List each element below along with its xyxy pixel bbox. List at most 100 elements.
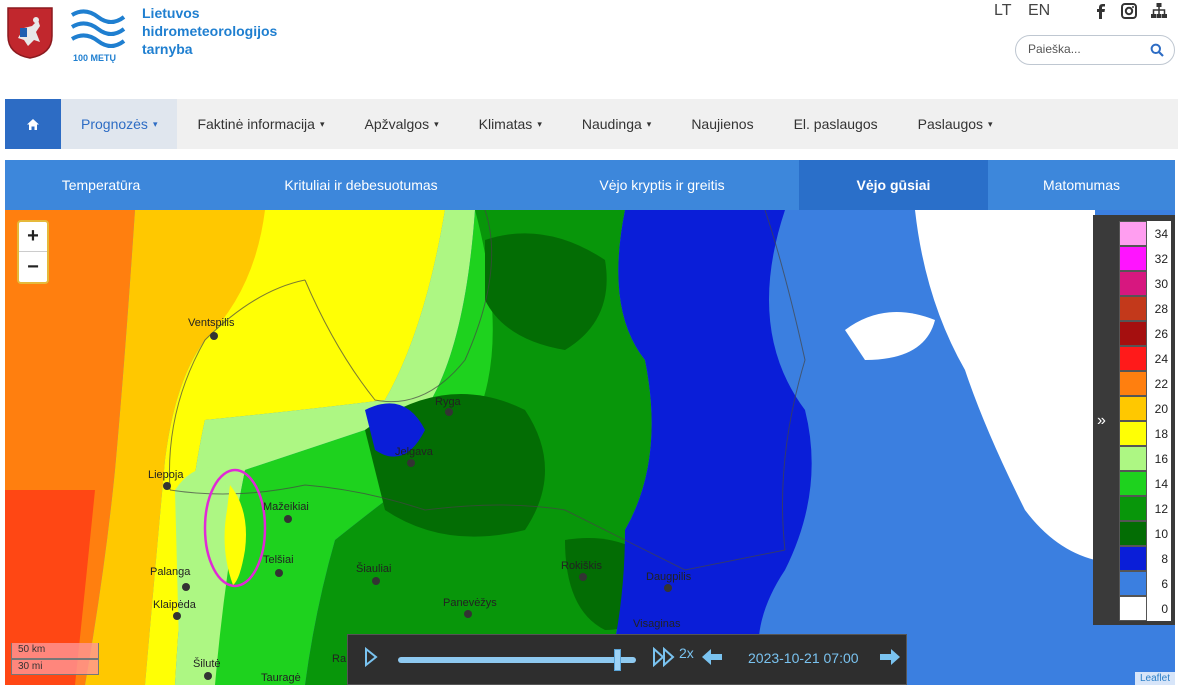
- chevron-down-icon: ▾: [988, 118, 993, 129]
- city-label: Panevėžys: [443, 597, 497, 609]
- city-label: Tauragė: [261, 672, 301, 684]
- city-marker[interactable]: [210, 332, 218, 340]
- chevron-down-icon: ▾: [152, 118, 158, 129]
- legend-color-swatch: [1119, 346, 1147, 371]
- search-icon[interactable]: [1150, 43, 1164, 57]
- scale-bar-km: 50 km: [11, 643, 99, 659]
- legend-row: 26: [1119, 321, 1171, 346]
- lhmt-logo-icon: 100 METŲ: [70, 9, 126, 63]
- city-marker[interactable]: [464, 610, 472, 618]
- zoom-out-button[interactable]: −: [19, 252, 47, 282]
- city-marker[interactable]: [664, 584, 672, 592]
- legend-value: 20: [1147, 396, 1171, 421]
- nav-item-faktine-informacija[interactable]: Faktinė informacija ▾: [177, 99, 344, 149]
- legend-value: 14: [1147, 471, 1171, 496]
- legend-value: 10: [1147, 521, 1171, 546]
- time-player: 2x 2023-10-21 07:00: [347, 634, 907, 685]
- legend-row: 24: [1119, 346, 1171, 371]
- legend-color-swatch: [1119, 246, 1147, 271]
- city-label: Liepoja: [148, 469, 184, 481]
- city-label: Mažeikiai: [263, 501, 309, 513]
- search-box[interactable]: [1015, 35, 1175, 65]
- city-label: Palanga: [150, 566, 191, 578]
- city-marker[interactable]: [445, 408, 453, 416]
- legend-row: 6: [1119, 571, 1171, 596]
- play-button[interactable]: [364, 646, 378, 673]
- legend-row: 8: [1119, 546, 1171, 571]
- nav-item-label: Paslaugos: [917, 116, 984, 132]
- legend-row: 34: [1119, 221, 1171, 246]
- legend-color-swatch: [1119, 496, 1147, 521]
- scale-bar-mi: 30 mi: [11, 659, 99, 675]
- tab-vejo-kryptis[interactable]: Vėjo kryptis ir greitis: [525, 160, 799, 210]
- legend-color-swatch: [1119, 471, 1147, 496]
- city-marker[interactable]: [204, 672, 212, 680]
- chevron-down-icon: ▾: [434, 118, 439, 129]
- home-button[interactable]: [5, 99, 61, 149]
- zoom-control: + −: [17, 220, 49, 284]
- next-step-button[interactable]: [878, 647, 902, 673]
- nav-item-label: Naujienos: [691, 116, 754, 132]
- legend-value: 22: [1147, 371, 1171, 396]
- search-input[interactable]: [1028, 42, 1138, 56]
- city-marker[interactable]: [173, 612, 181, 620]
- legend-color-swatch: [1119, 321, 1147, 346]
- legend-collapse-icon[interactable]: »: [1097, 412, 1106, 430]
- legend-color-swatch: [1119, 371, 1147, 396]
- tab-vejo-gusiai[interactable]: Vėjo gūsiai: [799, 160, 988, 210]
- arrow-right-icon: [880, 649, 900, 665]
- nav-item-naudinga[interactable]: Naudinga ▾: [562, 99, 671, 149]
- chevron-down-icon: ▾: [537, 118, 542, 129]
- nav-item-naujienos[interactable]: Naujienos: [671, 99, 773, 149]
- nav-item-paslaugos[interactable]: Paslaugos ▾: [898, 99, 1013, 149]
- lang-en-link[interactable]: EN: [1028, 2, 1050, 20]
- fast-forward-button[interactable]: [652, 646, 676, 673]
- wind-gust-map[interactable]: + − Ventspilis Ryga Jelgava Liepoja Maže…: [5, 210, 1175, 685]
- time-slider-thumb[interactable]: [613, 649, 621, 671]
- nav-item-label: Prognozės: [81, 116, 148, 132]
- nav-item-label: El. paslaugos: [793, 116, 878, 132]
- nav-item-klimatas[interactable]: Klimatas ▾: [459, 99, 562, 149]
- nav-item-apzvalgos[interactable]: Apžvalgos ▾: [345, 99, 459, 149]
- legend-color-swatch: [1119, 396, 1147, 421]
- org-name-line1: Lietuvos: [142, 5, 200, 21]
- previous-step-button[interactable]: [700, 647, 724, 673]
- legend-value: 28: [1147, 296, 1171, 321]
- legend-row: 18: [1119, 421, 1171, 446]
- city-marker[interactable]: [275, 569, 283, 577]
- city-label: Rokiškis: [561, 560, 602, 572]
- nav-item-el-paslaugos[interactable]: El. paslaugos: [774, 99, 898, 149]
- facebook-icon[interactable]: [1092, 2, 1110, 20]
- nav-item-label: Faktinė informacija: [197, 116, 315, 132]
- legend-value: 34: [1147, 221, 1171, 246]
- forecast-tabs: Temperatūra Krituliai ir debesuotumas Vė…: [5, 160, 1175, 210]
- city-marker[interactable]: [372, 577, 380, 585]
- tab-temperatura[interactable]: Temperatūra: [5, 160, 197, 210]
- city-marker[interactable]: [579, 573, 587, 581]
- legend-swatches: 34 32 30 28 26 24 22 20 18 16 14 12 10 8 6 0: [1119, 221, 1171, 621]
- leaflet-attribution[interactable]: Leaflet: [1134, 672, 1175, 685]
- legend-row: 32: [1119, 246, 1171, 271]
- org-name[interactable]: Lietuvos hidrometeorologijos tarnyba: [142, 4, 277, 58]
- legend-value: 30: [1147, 271, 1171, 296]
- tab-krituliai[interactable]: Krituliai ir debesuotumas: [197, 160, 525, 210]
- playback-speed[interactable]: 2x: [679, 645, 694, 661]
- city-label: Ryga: [435, 396, 461, 408]
- city-marker[interactable]: [407, 459, 415, 467]
- legend-row: 28: [1119, 296, 1171, 321]
- sitemap-icon[interactable]: [1150, 2, 1168, 20]
- lang-lt-link[interactable]: LT: [994, 2, 1011, 20]
- instagram-icon[interactable]: [1120, 2, 1138, 20]
- tab-matomumas[interactable]: Matomumas: [988, 160, 1175, 210]
- time-slider[interactable]: [398, 657, 636, 663]
- zoom-in-button[interactable]: +: [19, 222, 47, 252]
- legend-color-swatch: [1119, 546, 1147, 571]
- play-icon: [365, 646, 378, 668]
- legend-color-swatch: [1119, 596, 1147, 621]
- legend-value: 8: [1147, 546, 1171, 571]
- nav-item-prognozes[interactable]: Prognozės ▾: [61, 99, 178, 149]
- city-label: Ra: [332, 653, 347, 665]
- city-marker[interactable]: [284, 515, 292, 523]
- city-marker[interactable]: [182, 583, 190, 591]
- city-marker[interactable]: [163, 482, 171, 490]
